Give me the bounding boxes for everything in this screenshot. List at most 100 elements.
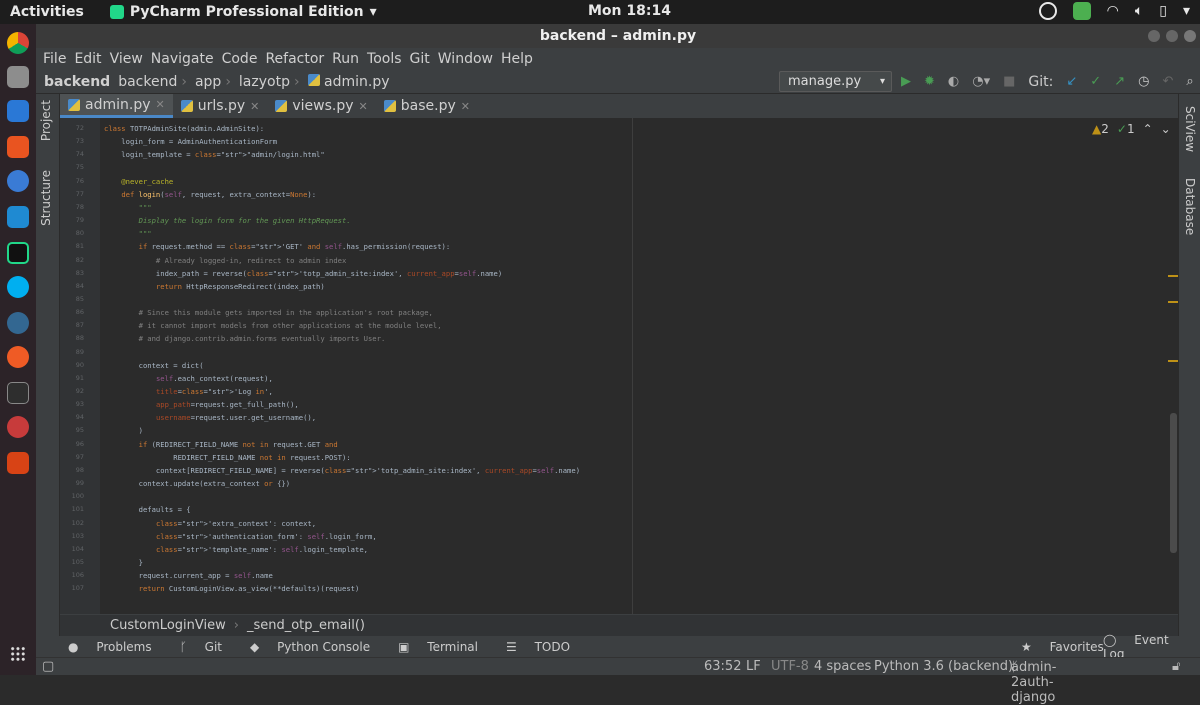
wifi-icon[interactable]: ◠: [1107, 3, 1119, 19]
menu-code[interactable]: Code: [222, 51, 258, 67]
vscode-icon[interactable]: [7, 206, 29, 228]
tool-tab-structure[interactable]: Structure: [39, 170, 53, 226]
tool-tab-project[interactable]: Project: [39, 100, 53, 141]
indent-setting[interactable]: 4 spaces: [814, 659, 871, 674]
code-line[interactable]: context = dict(: [104, 361, 204, 374]
code-line[interactable]: login_form = AdminAuthenticationForm: [104, 137, 277, 150]
lock-icon[interactable]: 🔓︎: [1172, 659, 1180, 674]
menu-edit[interactable]: Edit: [74, 51, 101, 67]
code-line[interactable]: self.each_context(request),: [104, 374, 273, 387]
code-line[interactable]: title=class="str">'Log in',: [104, 387, 273, 400]
layout-toggle-icon[interactable]: ▢: [42, 659, 54, 674]
code-line[interactable]: # it cannot import models from other app…: [104, 321, 442, 334]
battery-icon[interactable]: ▯: [1159, 3, 1167, 19]
update-icon[interactable]: [1072, 2, 1091, 20]
breadcrumb-folder[interactable]: app: [195, 74, 221, 90]
code-line[interactable]: app_path=request.get_full_path(),: [104, 400, 299, 413]
files-icon[interactable]: [7, 66, 29, 88]
search-icon[interactable]: ⌕: [1186, 74, 1193, 90]
accessibility-icon[interactable]: [1038, 2, 1057, 20]
code-editor[interactable]: 72 73 74 75 76 77 78 79 80 81 82 83 84 85 86 87 88 89 90 91…: [60, 118, 1178, 614]
code-line[interactable]: context[REDIRECT_FIELD_NAME] = reverse(c…: [104, 466, 580, 479]
code-line[interactable]: defaults = {: [104, 505, 191, 518]
line-separator[interactable]: LF: [746, 659, 761, 674]
menu-help[interactable]: Help: [501, 51, 533, 67]
volume-icon[interactable]: 🔈︎: [1135, 3, 1143, 19]
code-line[interactable]: @never_cache: [104, 177, 173, 190]
maximize-icon[interactable]: [1166, 30, 1178, 42]
tool-tab-database[interactable]: Database: [1183, 178, 1197, 235]
warning-marker[interactable]: [1168, 360, 1178, 362]
code-line[interactable]: class TOTPAdminSite(admin.AdminSite):: [104, 124, 264, 137]
writer-icon[interactable]: [7, 100, 29, 122]
tab-views-py[interactable]: views.py ✕: [267, 94, 375, 118]
profile-icon[interactable]: ◔▾: [972, 74, 990, 90]
ok-count[interactable]: ✓1: [1117, 122, 1135, 136]
rollback-icon[interactable]: ↶: [1162, 74, 1173, 90]
show-apps-icon[interactable]: [10, 646, 26, 662]
git-push-icon[interactable]: ↗: [1114, 74, 1125, 90]
menu-run[interactable]: Run: [332, 51, 359, 67]
code-line[interactable]: }: [104, 558, 143, 571]
code-line[interactable]: """: [104, 203, 152, 216]
stop-icon[interactable]: ■: [1003, 74, 1015, 90]
debug-icon[interactable]: ✹: [924, 74, 935, 90]
menu-view[interactable]: View: [110, 51, 143, 67]
app-menu[interactable]: PyCharm Professional Edition ▾: [109, 4, 377, 20]
menu-refactor[interactable]: Refactor: [265, 51, 324, 67]
text-editor-icon[interactable]: [7, 452, 29, 474]
tab-urls-py[interactable]: urls.py ✕: [173, 94, 268, 118]
tab-admin-py[interactable]: admin.py ✕: [60, 94, 173, 118]
code-line[interactable]: return CustomLoginView.as_view(**default…: [104, 584, 360, 597]
code-line[interactable]: # Already logged-in, redirect to admin i…: [104, 256, 346, 269]
code-line[interactable]: class="str">'template_name': self.login_…: [104, 545, 368, 558]
code-line[interactable]: username=request.user.get_username(),: [104, 413, 316, 426]
software-center-icon[interactable]: [7, 136, 29, 158]
caret-position[interactable]: 63:52: [704, 659, 741, 674]
close-icon[interactable]: ✕: [461, 100, 470, 113]
breadcrumb-file[interactable]: admin.py: [307, 73, 390, 90]
menu-tools[interactable]: Tools: [367, 51, 402, 67]
menu-git[interactable]: Git: [410, 51, 430, 67]
code-line[interactable]: login_template = class="str">"admin/logi…: [104, 150, 324, 163]
postman-icon[interactable]: [7, 346, 29, 368]
close-icon[interactable]: [1184, 30, 1196, 42]
problems-tool[interactable]: ● Problems: [68, 640, 166, 654]
file-encoding[interactable]: UTF-8: [771, 659, 809, 674]
terminal-icon[interactable]: [7, 382, 29, 404]
skype-icon[interactable]: [7, 276, 29, 298]
menu-file[interactable]: File: [43, 51, 66, 67]
code-line[interactable]: Display the login form for the given Htt…: [104, 216, 351, 229]
git-commit-icon[interactable]: ✓: [1090, 74, 1101, 90]
help-icon[interactable]: [7, 170, 29, 192]
inspection-widget[interactable]: ▲2 ✓1 ⌃ ⌄: [1092, 122, 1171, 136]
tool-tab-sciview[interactable]: SciView: [1183, 106, 1197, 152]
clock[interactable]: Mon 18:14: [588, 3, 671, 19]
code-line[interactable]: request.current_app = self.name: [104, 571, 273, 584]
terminal-tool[interactable]: ▣ Terminal: [398, 640, 492, 654]
run-config-select[interactable]: manage.py ▾: [779, 71, 892, 92]
code-line[interactable]: return HttpResponseRedirect(index_path): [104, 282, 325, 295]
python-console-tool[interactable]: ◆ Python Console: [250, 640, 384, 654]
warning-marker[interactable]: [1168, 301, 1178, 303]
coverage-icon[interactable]: ◐: [948, 74, 959, 90]
warning-count[interactable]: ▲2: [1092, 122, 1109, 136]
tab-base-py[interactable]: base.py ✕: [376, 94, 478, 118]
code-line[interactable]: class="str">'authentication_form': self.…: [104, 532, 377, 545]
code-line[interactable]: REDIRECT_FIELD_NAME not in request.POST)…: [104, 453, 350, 466]
code-line[interactable]: context.update(extra_context or {}): [104, 479, 290, 492]
code-line[interactable]: # Since this module gets imported in the…: [104, 308, 433, 321]
code-line[interactable]: # and django.contrib.admin.forms eventua…: [104, 334, 386, 347]
next-highlight-icon[interactable]: ⌄: [1161, 122, 1171, 136]
pgadmin-icon[interactable]: [7, 312, 29, 334]
close-icon[interactable]: ✕: [250, 100, 259, 113]
todo-tool[interactable]: ☰ TODO: [506, 640, 584, 654]
git-tool[interactable]: ᚴ Git: [180, 640, 236, 654]
warning-marker[interactable]: [1168, 275, 1178, 277]
pycharm-dock-icon[interactable]: [7, 242, 29, 264]
history-icon[interactable]: ◷: [1138, 74, 1149, 90]
breadcrumb-project[interactable]: backend: [44, 74, 110, 90]
code-breadcrumb-class[interactable]: CustomLoginView: [110, 618, 226, 633]
code-line[interactable]: if request.method == class="str">'GET' a…: [104, 242, 451, 255]
code-breadcrumb-method[interactable]: _send_otp_email(): [247, 618, 365, 633]
